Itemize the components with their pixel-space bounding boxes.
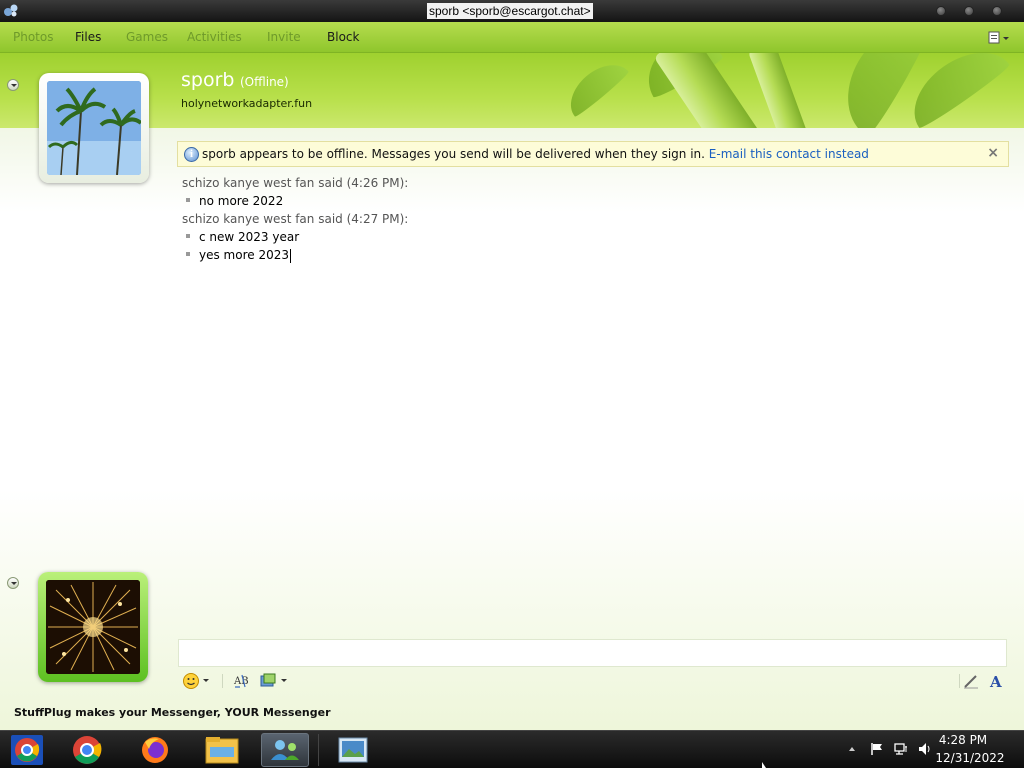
svg-text:AB: AB xyxy=(233,676,249,687)
message-sender: schizo kanye west fan said (4:26 PM): xyxy=(182,176,409,190)
close-icon[interactable]: × xyxy=(987,145,999,161)
minimize-button[interactable] xyxy=(936,6,946,16)
font-icon[interactable]: A xyxy=(988,672,1006,690)
maximize-button[interactable] xyxy=(964,6,974,16)
picture-icon xyxy=(338,737,368,763)
palm-tree-picture xyxy=(47,81,141,175)
message-line: yes more 2023 xyxy=(186,248,291,263)
info-icon: i xyxy=(184,147,199,162)
clock-date[interactable]: 12/31/2022 xyxy=(930,751,1010,765)
contact-personal-message: holynetworkadapter.fun xyxy=(181,97,313,110)
fireworks-picture xyxy=(46,580,140,674)
taskbar-messenger[interactable] xyxy=(261,733,309,767)
self-avatar[interactable] xyxy=(38,572,148,682)
text-cursor xyxy=(290,248,291,263)
stuffplug-footer: StuffPlug makes your Messenger, YOUR Mes… xyxy=(14,706,331,719)
window-title: sporb <sporb@escargot.chat> xyxy=(427,3,593,19)
menu-block[interactable]: Block xyxy=(327,30,359,44)
firefox-icon xyxy=(142,737,168,763)
close-button[interactable] xyxy=(992,6,1002,16)
title-bar: sporb <sporb@escargot.chat> xyxy=(0,0,1024,22)
flag-icon[interactable] xyxy=(870,742,884,756)
contact-name: sporb xyxy=(181,69,235,91)
taskbar-picture[interactable] xyxy=(329,733,377,767)
contact-status: (Offline) xyxy=(240,75,289,89)
menu-activities[interactable]: Activities xyxy=(187,30,242,44)
chrome-icon xyxy=(73,736,102,764)
info-message: sporb appears to be offline. Messages yo… xyxy=(202,147,705,161)
email-contact-link[interactable]: E-mail this contact instead xyxy=(709,147,869,161)
handwriting-icon[interactable] xyxy=(962,672,980,690)
taskbar-chrome-pinned[interactable] xyxy=(3,733,51,767)
image-dropdown-icon[interactable] xyxy=(281,679,287,682)
contact-avatar[interactable] xyxy=(39,73,149,183)
app-icon[interactable] xyxy=(3,3,19,19)
message-line: c new 2023 year xyxy=(186,230,299,244)
messenger-icon xyxy=(271,740,299,760)
chrome-icon xyxy=(11,735,43,765)
show-hidden-icons-button[interactable] xyxy=(849,747,855,751)
menu-files[interactable]: Files xyxy=(75,30,101,44)
options-menu-icon[interactable] xyxy=(988,31,1010,45)
svg-text:A: A xyxy=(989,673,1002,690)
taskbar: 4:28 PM 12/31/2022 xyxy=(0,730,1024,768)
send-image-icon[interactable] xyxy=(259,672,277,690)
input-toolbar: AB A xyxy=(178,669,1007,693)
menu-bar: Photos Files Games Activities Invite Blo… xyxy=(0,22,1024,53)
clock-time[interactable]: 4:28 PM xyxy=(928,733,998,747)
contact-avatar-menu-button[interactable] xyxy=(7,79,19,91)
theme-banner xyxy=(0,53,1024,128)
menu-photos[interactable]: Photos xyxy=(13,30,53,44)
taskbar-file-explorer[interactable] xyxy=(198,733,246,767)
message-line: no more 2022 xyxy=(186,194,283,208)
spellcheck-icon[interactable]: AB xyxy=(233,672,251,690)
file-explorer-icon xyxy=(205,737,239,764)
menu-invite[interactable]: Invite xyxy=(267,30,301,44)
offline-info-bar: i sporb appears to be offline. Messages … xyxy=(177,141,1009,167)
emoticon-dropdown-icon[interactable] xyxy=(203,679,209,682)
taskbar-firefox[interactable] xyxy=(131,733,179,767)
message-input[interactable] xyxy=(178,639,1007,667)
emoticon-icon[interactable] xyxy=(182,672,200,690)
network-icon[interactable] xyxy=(894,742,908,756)
taskbar-chrome[interactable] xyxy=(63,733,111,767)
menu-games[interactable]: Games xyxy=(126,30,168,44)
self-avatar-menu-button[interactable] xyxy=(7,577,19,589)
message-sender: schizo kanye west fan said (4:27 PM): xyxy=(182,212,409,226)
mouse-pointer xyxy=(762,762,766,768)
